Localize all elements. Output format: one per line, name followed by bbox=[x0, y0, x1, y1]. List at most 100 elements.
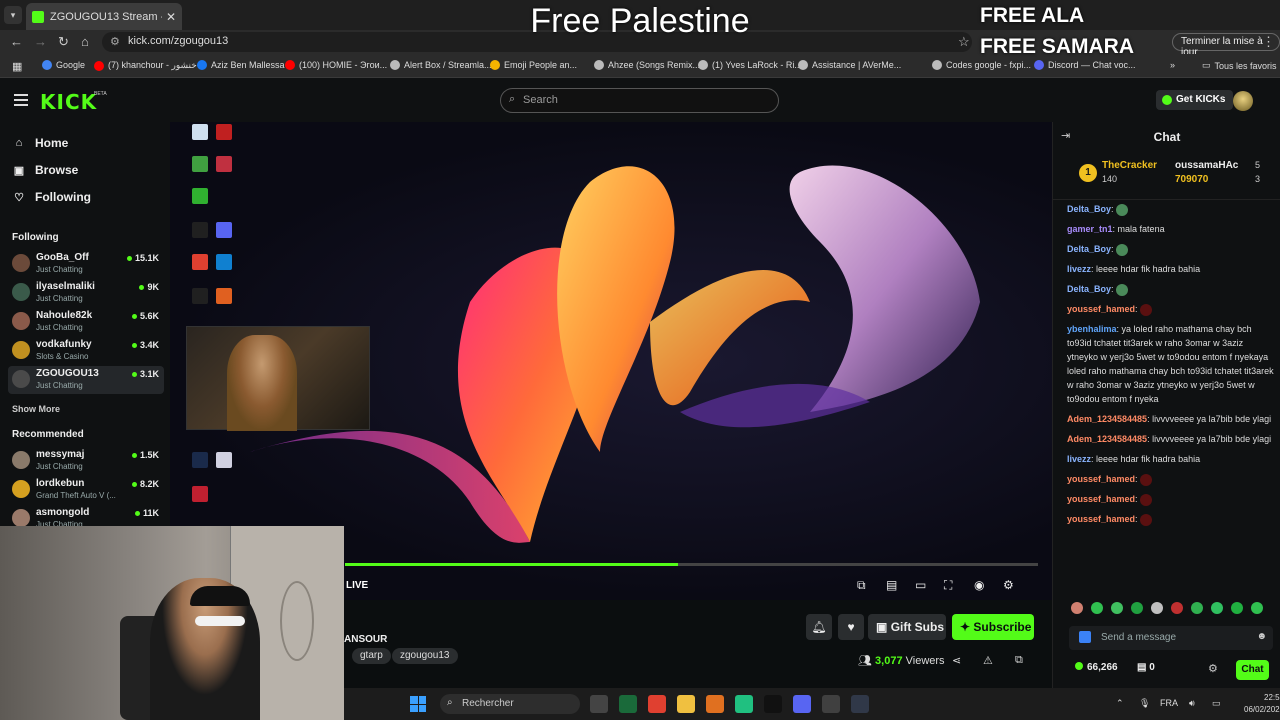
windows-start-icon[interactable] bbox=[410, 696, 426, 712]
chat-username[interactable]: youssef_hamed bbox=[1067, 304, 1135, 314]
leaderboard-third-name[interactable]: 709070 bbox=[1175, 174, 1208, 185]
emote-icon[interactable] bbox=[1151, 602, 1163, 614]
emote-icon[interactable] bbox=[1251, 602, 1263, 614]
emote-icon[interactable] bbox=[1171, 602, 1183, 614]
bookmark-item[interactable]: (1) Yves LaRock - Ri... bbox=[698, 60, 802, 70]
chat-username[interactable]: livezz bbox=[1067, 264, 1091, 274]
chat-input[interactable]: Send a message ☻ bbox=[1069, 626, 1273, 650]
chat-username[interactable]: gamer_tn1 bbox=[1067, 224, 1113, 234]
bookmark-item[interactable]: Discord — Chat voc... bbox=[1034, 60, 1136, 70]
chat-username[interactable]: Adem_1234584485 bbox=[1067, 434, 1147, 444]
microphone-icon[interactable]: 🎙︎ bbox=[1139, 698, 1150, 709]
bookmark-item[interactable]: Alert Box / Streamla... bbox=[390, 60, 492, 70]
chat-username[interactable]: Delta_Boy bbox=[1067, 204, 1111, 214]
chat-username[interactable]: youssef_hamed bbox=[1067, 474, 1135, 484]
app-icon[interactable] bbox=[735, 695, 753, 713]
emote-icon[interactable] bbox=[1211, 602, 1223, 614]
bookmark-item[interactable]: Emoji People an... bbox=[490, 60, 577, 70]
follow-heart-icon[interactable]: ♥ bbox=[838, 614, 864, 640]
volume-icon[interactable]: 🔊︎ bbox=[1189, 698, 1195, 709]
back-icon[interactable]: ← bbox=[10, 34, 23, 49]
chat-settings-icon[interactable]: ⚙ bbox=[1208, 662, 1218, 675]
sidebar-channel[interactable]: lordkebun Grand Theft Auto V (... 8.2K bbox=[8, 476, 164, 504]
autoplay-icon[interactable]: ◉ bbox=[974, 578, 984, 592]
home-icon[interactable]: ⌂ bbox=[81, 34, 89, 49]
settings-gear-icon[interactable]: ⚙ bbox=[1003, 578, 1014, 592]
leaderboard-top-name[interactable]: TheCracker bbox=[1102, 160, 1157, 171]
sidebar-channel[interactable]: GooBa_Off Just Chatting 15.1K bbox=[8, 250, 164, 278]
report-icon[interactable]: ⚠ bbox=[983, 654, 993, 667]
show-more-link[interactable]: Show More bbox=[12, 404, 60, 414]
sidebar-channel-active[interactable]: ZGOUGOU13 Just Chatting 3.1K bbox=[8, 366, 164, 394]
chat-send-button[interactable]: Chat bbox=[1236, 660, 1269, 680]
emote-icon[interactable] bbox=[1131, 602, 1143, 614]
discord-taskbar-icon[interactable] bbox=[793, 695, 811, 713]
site-info-icon[interactable]: ⚙ bbox=[110, 35, 120, 48]
bookmark-star-icon[interactable]: ☆ bbox=[958, 34, 970, 50]
fullscreen-icon[interactable]: ⛶ bbox=[944, 578, 952, 593]
bookmark-item[interactable]: Google bbox=[42, 60, 85, 70]
streamer-name[interactable]: ANSOUR bbox=[344, 634, 387, 645]
chat-username[interactable]: ybenhalima bbox=[1067, 324, 1117, 334]
clip-icon[interactable]: ▤ bbox=[886, 578, 897, 592]
bookmarks-overflow-icon[interactable]: » bbox=[1170, 60, 1175, 70]
apps-grid-icon[interactable]: ▦ bbox=[12, 60, 22, 73]
sidebar-channel[interactable]: ilyaselmaliki Just Chatting 9K bbox=[8, 279, 164, 307]
chat-username[interactable]: Delta_Boy bbox=[1067, 244, 1111, 254]
clock[interactable]: 22:57 06/02/2026 bbox=[1244, 692, 1280, 716]
forward-icon[interactable]: → bbox=[34, 34, 47, 49]
reload-icon[interactable]: ↻ bbox=[58, 34, 69, 50]
file-explorer-icon[interactable] bbox=[677, 695, 695, 713]
obs-taskbar-icon[interactable] bbox=[822, 695, 840, 713]
bookmark-item[interactable]: (7) khanchour - خنشور bbox=[94, 60, 197, 71]
bookmark-item[interactable]: Codes google - fxpi... bbox=[932, 60, 1031, 70]
chrome-taskbar-icon[interactable] bbox=[648, 695, 666, 713]
bookmark-item[interactable]: Ahzee (Songs Remix... bbox=[594, 60, 700, 70]
share-icon[interactable]: ⋖ bbox=[952, 654, 961, 667]
stream-progress[interactable] bbox=[345, 563, 1038, 566]
tab-search-icon[interactable]: ▾ bbox=[4, 6, 22, 24]
sidebar-item-following[interactable]: ♡ Following bbox=[12, 190, 91, 204]
kick-logo[interactable]: KICK bbox=[40, 90, 97, 114]
chest-count[interactable]: ▤ 0 bbox=[1137, 662, 1155, 673]
popout-icon[interactable]: ⧉ bbox=[1015, 654, 1023, 667]
task-view-icon[interactable] bbox=[590, 695, 608, 713]
user-avatar[interactable] bbox=[1233, 91, 1253, 111]
emote-icon[interactable] bbox=[1091, 602, 1103, 614]
battery-icon[interactable]: ▭ bbox=[1212, 698, 1221, 709]
theater-mode-icon[interactable]: ▭ bbox=[915, 578, 926, 592]
miniplayer-icon[interactable]: ⧉ bbox=[857, 578, 866, 593]
tag-gtarp[interactable]: gtarp bbox=[352, 648, 391, 664]
emote-icon[interactable] bbox=[1111, 602, 1123, 614]
emote-icon[interactable] bbox=[1071, 602, 1083, 614]
emote-icon[interactable] bbox=[1231, 602, 1243, 614]
notification-bell-icon[interactable]: 🔔︎ bbox=[806, 614, 832, 640]
taskbar-search[interactable]: ⌕ Rechercher bbox=[440, 694, 580, 714]
app-icon[interactable] bbox=[764, 695, 782, 713]
sidebar-item-browse[interactable]: ▣ Browse bbox=[12, 163, 79, 177]
chat-username[interactable]: Adem_1234584485 bbox=[1067, 414, 1147, 424]
subscribe-button[interactable]: ✦ Subscribe bbox=[952, 614, 1034, 640]
leaderboard-second-name[interactable]: oussamaHAc bbox=[1175, 160, 1238, 171]
sidebar-channel[interactable]: messymaj Just Chatting 1.5K bbox=[8, 447, 164, 475]
chat-username[interactable]: youssef_hamed bbox=[1067, 494, 1135, 504]
get-kicks-button[interactable]: Get KICKs bbox=[1156, 90, 1234, 110]
sidebar-item-home[interactable]: ⌂ Home bbox=[12, 136, 69, 150]
sidebar-channel[interactable]: Nahoule82k Just Chatting 5.6K bbox=[8, 308, 164, 336]
emoji-icon[interactable]: ☻ bbox=[1256, 631, 1267, 642]
browser-tab[interactable]: ZGOUGOU13 Stream - Watch L ✕ bbox=[26, 3, 182, 30]
menu-icon[interactable] bbox=[14, 94, 28, 106]
search-input[interactable]: ⌕ Search bbox=[500, 88, 779, 113]
emote-icon[interactable] bbox=[1191, 602, 1203, 614]
all-bookmarks[interactable]: ▭ Tous les favoris bbox=[1202, 60, 1277, 71]
language-indicator[interactable]: FRA bbox=[1160, 698, 1178, 708]
bookmark-item[interactable]: (100) HOMIE - Эгои... bbox=[285, 60, 387, 70]
tab-close-icon[interactable]: ✕ bbox=[166, 10, 176, 24]
chat-username[interactable]: Delta_Boy bbox=[1067, 284, 1111, 294]
browser-menu-icon[interactable]: ⋮ bbox=[1262, 34, 1275, 50]
bookmark-item[interactable]: Assistance | AVerMe... bbox=[798, 60, 901, 70]
settings-taskbar-icon[interactable] bbox=[851, 695, 869, 713]
foxit-taskbar-icon[interactable] bbox=[706, 695, 724, 713]
bookmark-item[interactable]: Aziz Ben Mallessa bbox=[197, 60, 285, 70]
chat-username[interactable]: youssef_hamed bbox=[1067, 514, 1135, 524]
